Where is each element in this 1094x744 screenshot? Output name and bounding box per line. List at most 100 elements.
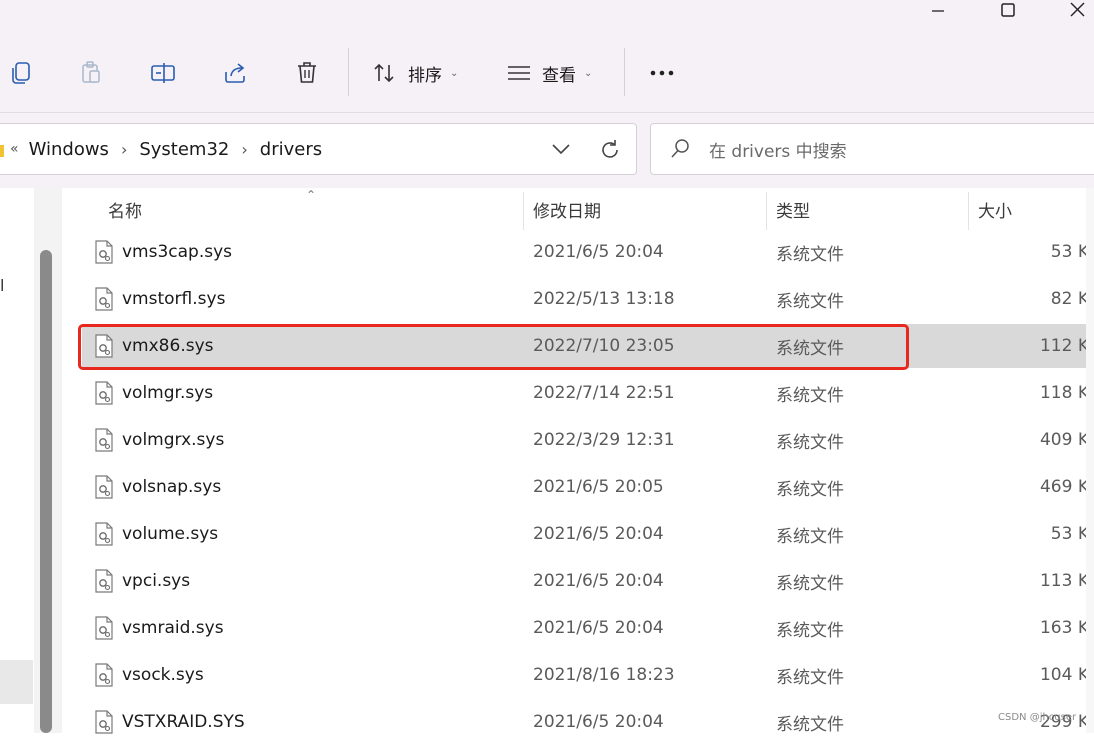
file-modified-date: 2022/3/29 12:31: [533, 430, 675, 450]
file-modified-date: 2022/7/14 22:51: [533, 383, 675, 403]
column-header-row: ⌃ 名称 修改日期 类型 大小: [62, 188, 1094, 230]
search-input[interactable]: 在 drivers 中搜索: [709, 124, 847, 174]
maximize-button[interactable]: [978, 0, 1038, 22]
file-row[interactable]: vmstorfl.sys 2022/5/13 13:18 系统文件 82 KI: [82, 277, 1094, 321]
copy-button[interactable]: [2, 54, 40, 92]
file-type: 系统文件: [776, 244, 844, 265]
nav-scrollbar-thumb[interactable]: [40, 250, 52, 733]
file-type: 系统文件: [776, 573, 844, 594]
refresh-icon: [602, 140, 618, 158]
chevron-down-icon: [552, 144, 570, 155]
file-name: vsmraid.sys: [122, 618, 224, 638]
file-size: 409 KI: [1039, 430, 1094, 450]
system-file-icon: [95, 334, 113, 358]
address-dropdown-button[interactable]: [548, 136, 574, 162]
file-row[interactable]: volsnap.sys 2021/6/5 20:05 系统文件 469 KI: [82, 465, 1094, 509]
file-type: 系统文件: [776, 385, 844, 406]
more-options-button[interactable]: [645, 54, 679, 92]
file-modified-date: 2021/6/5 20:04: [533, 712, 664, 732]
share-button[interactable]: [216, 54, 254, 92]
file-name: vpci.sys: [122, 571, 191, 591]
file-size: 53 KI: [1050, 242, 1094, 262]
file-row[interactable]: vms3cap.sys 2021/6/5 20:04 系统文件 53 KI: [82, 230, 1094, 274]
column-divider[interactable]: [968, 192, 969, 230]
file-name: vmx86.sys: [122, 336, 214, 356]
close-button[interactable]: [1048, 0, 1094, 22]
file-row[interactable]: vsmraid.sys 2021/6/5 20:04 系统文件 163 KI: [82, 606, 1094, 650]
file-modified-date: 2021/6/5 20:04: [533, 524, 664, 544]
file-type: 系统文件: [776, 479, 844, 500]
address-bar[interactable]: « Windows › System32 › drivers: [0, 123, 637, 175]
overflow-chevron-icon[interactable]: «: [10, 141, 19, 157]
column-header-date[interactable]: 修改日期: [533, 188, 601, 230]
file-row[interactable]: volume.sys 2021/6/5 20:04 系统文件 53 KI: [82, 512, 1094, 556]
chevron-right-icon[interactable]: ›: [121, 140, 127, 159]
paste-button[interactable]: [72, 54, 110, 92]
file-row[interactable]: volmgr.sys 2022/7/14 22:51 系统文件 118 KI: [82, 371, 1094, 415]
system-file-icon: [95, 569, 113, 593]
more-icon: [650, 70, 674, 76]
breadcrumb-item-windows[interactable]: Windows: [29, 139, 109, 160]
navigation-pane[interactable]: [0, 188, 34, 733]
column-header-size[interactable]: 大小: [978, 188, 1012, 230]
minimize-icon: [932, 10, 944, 12]
file-name: vmstorfl.sys: [122, 289, 226, 309]
system-file-icon: [95, 475, 113, 499]
column-header-type[interactable]: 类型: [776, 188, 810, 230]
file-modified-date: 2021/6/5 20:04: [533, 242, 664, 262]
system-file-icon: [95, 381, 113, 405]
breadcrumb-item-drivers[interactable]: drivers: [260, 139, 322, 160]
file-name: volmgr.sys: [122, 383, 214, 403]
watermark: CSDN @jhcuser: [998, 712, 1077, 723]
rename-button[interactable]: [144, 54, 182, 92]
system-file-icon: [95, 616, 113, 640]
file-size: 118 KI: [1039, 383, 1094, 403]
system-file-icon: [95, 710, 113, 734]
file-modified-date: 2021/6/5 20:05: [533, 477, 664, 497]
file-size: 469 KI: [1039, 477, 1094, 497]
file-type: 系统文件: [776, 291, 844, 312]
address-row: « Windows › System32 › drivers 在 drivers…: [0, 112, 1094, 188]
file-row[interactable]: vsock.sys 2021/8/16 18:23 系统文件 104 KI: [82, 653, 1094, 697]
file-row[interactable]: volmgrx.sys 2022/3/29 12:31 系统文件 409 KI: [82, 418, 1094, 462]
file-name: vsock.sys: [122, 665, 204, 685]
nav-item-label[interactable]: l: [0, 276, 8, 298]
chevron-right-icon[interactable]: ›: [241, 140, 247, 159]
file-row[interactable]: vpci.sys 2021/6/5 20:04 系统文件 113 KI: [82, 559, 1094, 603]
file-name: volume.sys: [122, 524, 219, 544]
delete-button[interactable]: [288, 54, 326, 92]
folder-icon: [0, 145, 4, 157]
rename-icon: [151, 63, 175, 83]
system-file-icon: [95, 663, 113, 687]
trash-icon: [298, 62, 316, 83]
copy-icon: [12, 62, 30, 84]
file-row[interactable]: VSTXRAID.SYS 2021/6/5 20:04 系统文件 299 KI: [82, 700, 1094, 744]
toolbar-separator: [624, 48, 625, 96]
file-row[interactable]: vmx86.sys 2022/7/10 23:05 系统文件 112 KI: [82, 324, 1094, 368]
column-header-name[interactable]: 名称: [108, 188, 142, 230]
close-icon: [1070, 2, 1085, 17]
sort-button[interactable]: 排序 ⌄: [372, 54, 458, 92]
chevron-down-icon: ⌄: [450, 67, 459, 79]
column-divider[interactable]: [766, 192, 767, 230]
file-list: ⌃ 名称 修改日期 类型 大小 vms3cap.sys 2021/6/5 20:0…: [62, 188, 1094, 735]
sort-ascending-icon: ⌃: [306, 188, 317, 202]
list-scrollbar-track[interactable]: [1086, 188, 1094, 733]
column-divider[interactable]: [523, 192, 524, 230]
sort-icon: [374, 63, 394, 83]
system-file-icon: [95, 428, 113, 452]
view-button[interactable]: 查看 ⌄: [506, 54, 592, 92]
nav-item-selected[interactable]: [0, 660, 33, 704]
minimize-button[interactable]: [908, 0, 968, 22]
toolbar-separator: [348, 48, 349, 96]
refresh-button[interactable]: [596, 136, 624, 164]
system-file-icon: [95, 240, 113, 264]
file-modified-date: 2022/7/10 23:05: [533, 336, 675, 356]
view-icon: [508, 66, 530, 80]
share-icon: [225, 63, 245, 83]
breadcrumb-item-system32[interactable]: System32: [139, 139, 229, 160]
system-file-icon: [95, 522, 113, 546]
search-box[interactable]: 在 drivers 中搜索: [650, 123, 1094, 175]
system-file-icon: [95, 287, 113, 311]
file-size: 112 KI: [1039, 336, 1094, 356]
